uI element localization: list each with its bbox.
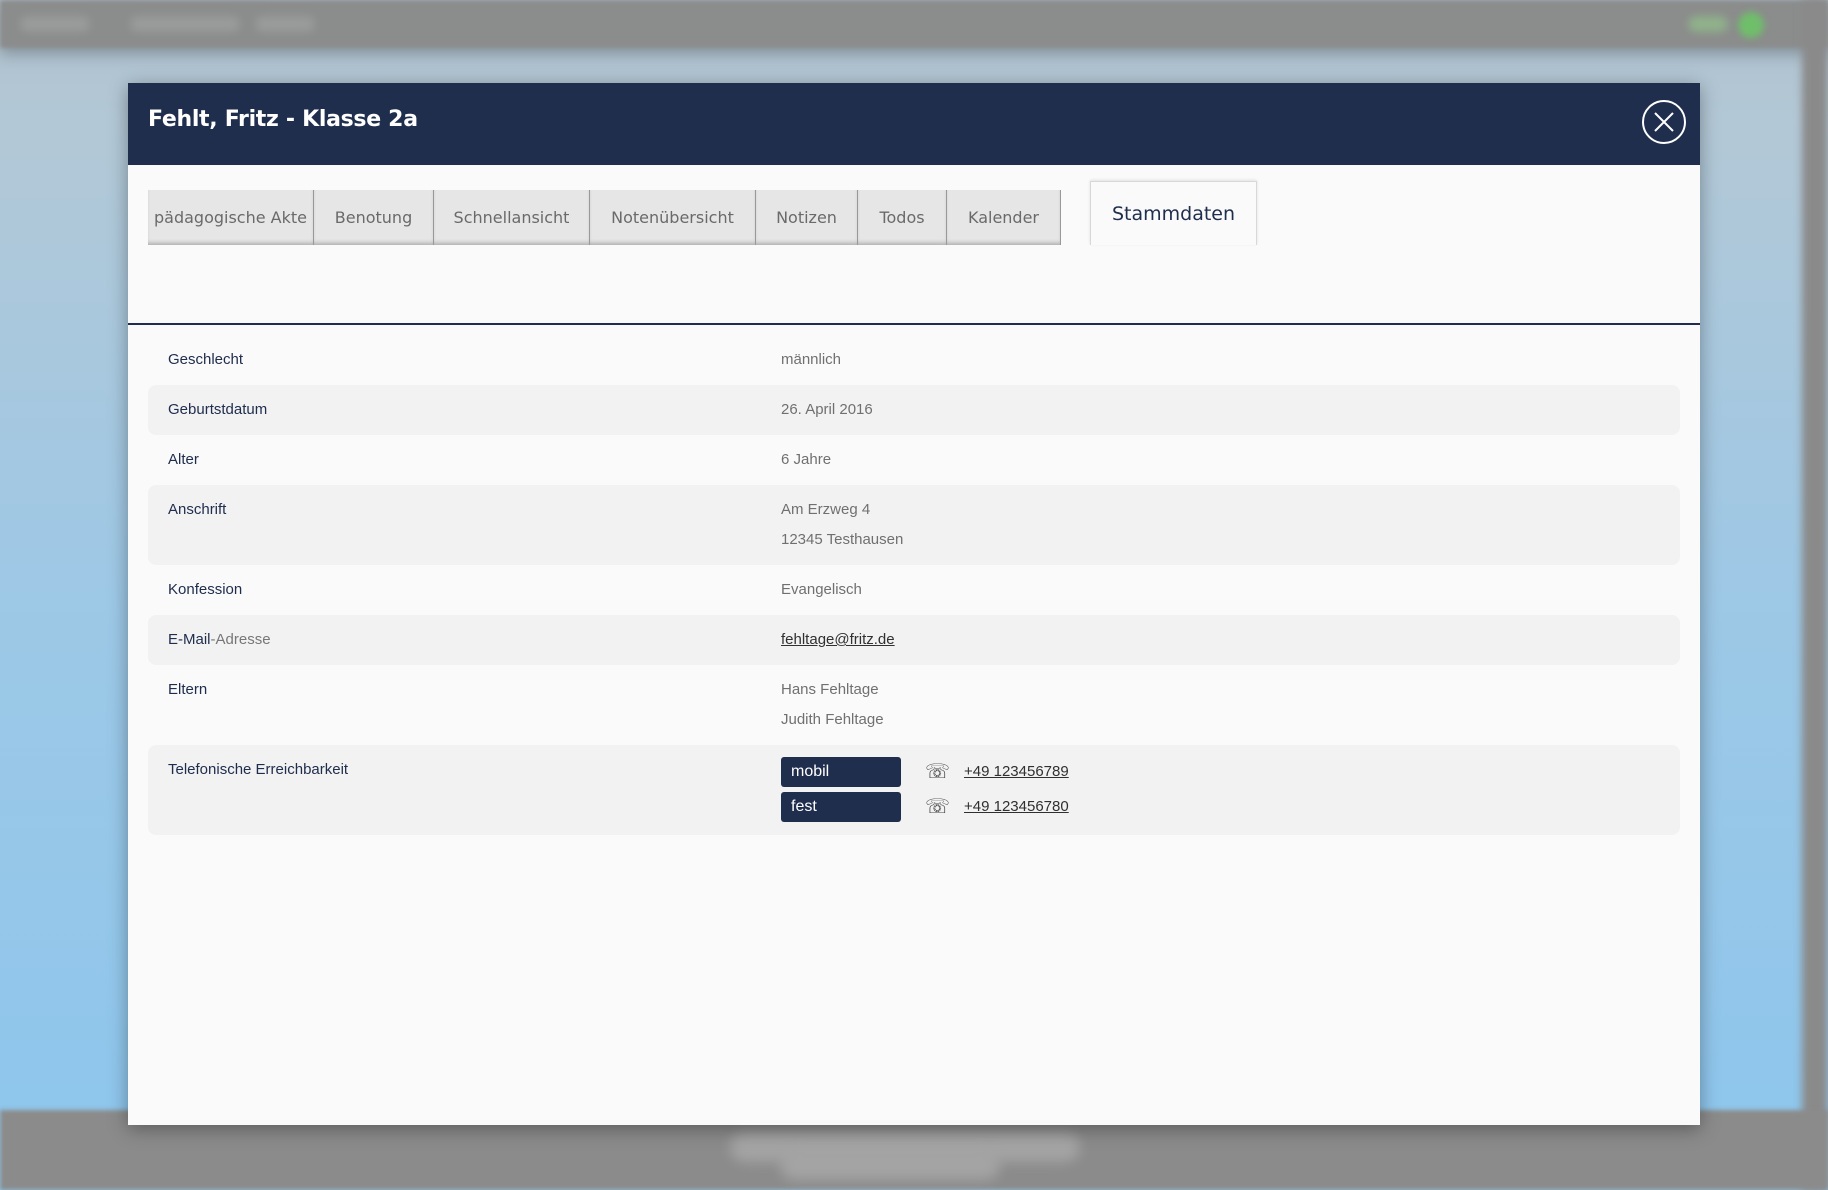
background-topbar <box>0 0 1828 48</box>
row-eltern: Eltern Hans Fehltage Judith Fehltage <box>148 665 1680 745</box>
label-email: E-Mail-Adresse <box>168 631 271 648</box>
row-anschrift: Anschrift Am Erzweg 4 12345 Testhausen <box>148 485 1680 565</box>
row-telefon: Telefonische Erreichbarkeit mobil ☏ +49 … <box>148 745 1680 835</box>
tab-todos[interactable]: Todos <box>858 190 947 245</box>
tab-notizen[interactable]: Notizen <box>756 190 858 245</box>
value-geburtsdatum: 26. April 2016 <box>781 401 873 418</box>
phone-entry: fest ☏ +49 123456780 <box>781 789 1069 824</box>
row-geschlecht: Geschlecht männlich <box>148 335 1680 385</box>
row-email: E-Mail-Adresse fehltage@fritz.de <box>148 615 1680 665</box>
phone-type-badge: mobil <box>781 756 901 787</box>
tab-divider <box>128 323 1700 325</box>
row-konfession: Konfession Evangelisch <box>148 565 1680 615</box>
modal-header: Fehlt, Fritz - Klasse 2a <box>128 83 1700 165</box>
modal-title: Fehlt, Fritz - Klasse 2a <box>148 107 418 132</box>
phone-link[interactable]: +49 123456789 <box>964 763 1069 780</box>
value-telefon: mobil ☏ +49 123456789 fest ☏ +49 1234567… <box>781 754 1069 824</box>
value-geschlecht: männlich <box>781 351 842 368</box>
label-eltern: Eltern <box>168 681 208 698</box>
student-modal: Fehlt, Fritz - Klasse 2a pädagogische Ak… <box>128 83 1700 1125</box>
tab-stammdaten[interactable]: Stammdaten <box>1090 181 1257 245</box>
value-konfession: Evangelisch <box>781 581 862 598</box>
background-scrollbar <box>1802 0 1828 1190</box>
label-anschrift: Anschrift <box>168 501 227 518</box>
value-anschrift: Am Erzweg 4 12345 Testhausen <box>781 501 903 561</box>
phone-icon: ☏ <box>925 796 951 818</box>
tab-schnellansicht[interactable]: Schnellansicht <box>434 190 590 245</box>
value-email: fehltage@fritz.de <box>781 631 895 648</box>
phone-link[interactable]: +49 123456780 <box>964 798 1069 815</box>
address-city: 12345 Testhausen <box>781 531 904 548</box>
email-link[interactable]: fehltage@fritz.de <box>781 631 895 648</box>
label-telefon: Telefonische Erreichbarkeit <box>168 761 349 778</box>
row-geburtsdatum: Geburtstdatum 26. April 2016 <box>148 385 1680 435</box>
value-eltern: Hans Fehltage Judith Fehltage <box>781 681 884 741</box>
stammdaten-list: Geschlecht männlich Geburtstdatum 26. Ap… <box>148 335 1680 835</box>
phone-type-badge: fest <box>781 791 901 822</box>
close-icon <box>1654 112 1674 132</box>
label-email-main: E-Mail <box>168 631 211 648</box>
phone-icon: ☏ <box>925 761 951 783</box>
label-email-suffix: -Adresse <box>210 631 271 648</box>
phone-entry: mobil ☏ +49 123456789 <box>781 754 1069 789</box>
tab-benotung[interactable]: Benotung <box>314 190 434 245</box>
tab-paedagogische-akte[interactable]: pädagogische Akte <box>148 190 314 245</box>
tab-kalender[interactable]: Kalender <box>947 190 1061 245</box>
label-geburtsdatum: Geburtstdatum <box>168 401 268 418</box>
row-alter: Alter 6 Jahre <box>148 435 1680 485</box>
label-alter: Alter <box>168 451 199 468</box>
tab-notenuebersicht[interactable]: Notenübersicht <box>590 190 756 245</box>
label-geschlecht: Geschlecht <box>168 351 244 368</box>
label-konfession: Konfession <box>168 581 243 598</box>
parent-2: Judith Fehltage <box>781 711 884 728</box>
parent-1: Hans Fehltage <box>781 681 879 698</box>
value-alter: 6 Jahre <box>781 451 832 468</box>
address-street: Am Erzweg 4 <box>781 501 871 518</box>
close-button[interactable] <box>1642 100 1686 144</box>
